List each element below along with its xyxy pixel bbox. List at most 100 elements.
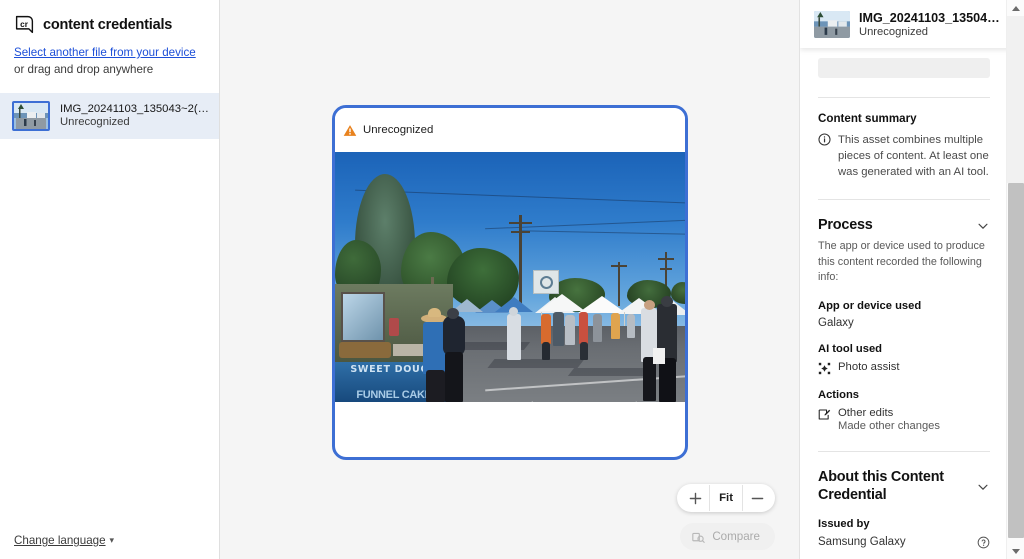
- header-file-name: IMG_20241103_13504…: [859, 10, 1000, 25]
- person-head: [509, 307, 518, 316]
- change-language-label: Change language: [14, 534, 106, 547]
- svg-text:cr: cr: [20, 19, 29, 29]
- about-section-header[interactable]: About this Content Credential: [818, 468, 990, 504]
- details-scrollbar[interactable]: [1006, 0, 1024, 559]
- person-legs: [580, 342, 588, 360]
- app-device-value: Galaxy: [818, 317, 854, 330]
- person-head: [661, 296, 673, 307]
- issued-by-row: Samsung Galaxy: [818, 535, 990, 549]
- badge-bar: Unrecognized: [335, 108, 685, 152]
- details-scroll-body: Content summary This asset combines mult…: [800, 48, 1006, 559]
- billboard-sign: [533, 270, 559, 294]
- header-meta: IMG_20241103_13504… Unrecognized: [859, 11, 1000, 38]
- pole-crossarm: [611, 265, 627, 267]
- sidebar-file-item[interactable]: IMG_20241103_135043~2(1).jpg Unrecognize…: [0, 92, 219, 139]
- divider: [818, 97, 990, 98]
- person: [553, 312, 564, 346]
- app-device-label: App or device used: [818, 300, 922, 313]
- chevron-down-icon[interactable]: [976, 219, 990, 233]
- details-panel: IMG_20241103_13504… Unrecognized Content…: [800, 0, 1024, 559]
- status-badge-label: Unrecognized: [363, 124, 434, 136]
- scroll-down-arrow-icon[interactable]: [1007, 543, 1024, 559]
- info-circle-icon: [818, 133, 831, 146]
- brand-title: content credentials: [43, 16, 173, 33]
- dropzone-text: Select another file from your device or …: [0, 35, 219, 79]
- credentialed-photo: SWEET DOUGH FUNNEL CAKE: [335, 152, 685, 402]
- utility-pole: [519, 215, 522, 307]
- status-badge: Unrecognized: [343, 124, 433, 137]
- help-circle-icon[interactable]: [977, 536, 990, 549]
- warning-triangle-icon: [343, 124, 357, 137]
- shopping-bag: [653, 348, 665, 364]
- zoom-fit-button[interactable]: Fit: [709, 485, 743, 511]
- image-frame: Unrecognized SWEET DOUGH FUNNEL CAKE: [332, 105, 688, 460]
- backpack: [443, 316, 465, 356]
- zoom-controls: Fit: [677, 484, 775, 512]
- utility-pole: [618, 262, 620, 306]
- action-text-block: Other edits Made other changes: [838, 407, 940, 432]
- pole-crossarm: [660, 268, 672, 270]
- loading-skeleton: [818, 58, 990, 78]
- brand-header: cr content credentials: [0, 0, 219, 35]
- compare-label: Compare: [712, 530, 760, 543]
- process-section-header[interactable]: Process: [818, 216, 990, 234]
- person-legs: [445, 352, 463, 402]
- about-title: About this Content Credential: [818, 469, 944, 504]
- mirror-display: [341, 292, 385, 342]
- ground-shadow: [567, 368, 653, 376]
- divider: [818, 199, 990, 201]
- header-file-status: Unrecognized: [859, 25, 929, 38]
- content-summary-row: This asset combines multiple pieces of c…: [818, 132, 990, 180]
- file-name: IMG_20241103_135043~2(1).jpg: [60, 103, 209, 116]
- person-legs: [542, 342, 550, 360]
- header-thumbnail-icon: [814, 10, 850, 38]
- compare-button[interactable]: Compare: [680, 523, 775, 550]
- person: [579, 312, 588, 344]
- cr-logo-icon: cr: [14, 14, 35, 35]
- issued-by-label: Issued by: [818, 518, 870, 531]
- person: [565, 315, 575, 345]
- basket: [339, 342, 391, 358]
- person: [627, 314, 635, 338]
- action-row: Other edits Made other changes: [818, 407, 990, 432]
- person: [389, 318, 399, 336]
- process-title: Process: [818, 217, 873, 234]
- tree: [447, 248, 519, 310]
- content-summary-title: Content summary: [818, 112, 917, 125]
- file-status: Unrecognized: [60, 116, 130, 129]
- chevron-down-icon[interactable]: [976, 480, 990, 494]
- content-summary-text: This asset combines multiple pieces of c…: [838, 134, 989, 179]
- scroll-up-arrow-icon[interactable]: [1007, 0, 1024, 16]
- zoom-in-button[interactable]: [681, 485, 709, 511]
- ai-tool-row: Photo assist: [818, 361, 990, 375]
- person-legs: [659, 358, 676, 402]
- file-thumbnail-icon: [12, 100, 50, 131]
- edit-pencil-icon: [818, 408, 831, 421]
- action-value: Other edits: [838, 407, 894, 420]
- compare-icon: [692, 531, 706, 544]
- scrollbar-track[interactable]: [1007, 16, 1024, 183]
- change-language-button[interactable]: Change language ▾: [14, 534, 114, 547]
- pole-crossarm: [658, 258, 674, 260]
- image-viewer: Unrecognized SWEET DOUGH FUNNEL CAKE Fit…: [220, 0, 800, 559]
- person: [541, 314, 551, 344]
- person: [593, 314, 602, 342]
- person: [611, 313, 620, 339]
- file-meta: IMG_20241103_135043~2(1).jpg Unrecognize…: [60, 103, 209, 128]
- hat-crown: [428, 308, 441, 317]
- divider: [818, 451, 990, 453]
- app-root: cr content credentials Select another fi…: [0, 0, 1024, 559]
- ai-sparkle-icon: [818, 362, 831, 375]
- process-description: The app or device used to produce this c…: [818, 240, 985, 284]
- zoom-out-button[interactable]: [743, 485, 771, 511]
- issued-by-value: Samsung Galaxy: [818, 536, 906, 549]
- pole-crossarm: [511, 231, 530, 233]
- details-panel-header: IMG_20241103_13504… Unrecognized: [800, 0, 1024, 48]
- scrollbar-thumb[interactable]: [1008, 183, 1024, 538]
- dropzone-rest: or drag and drop anywhere: [14, 62, 154, 76]
- person: [507, 314, 521, 360]
- select-file-link[interactable]: Select another file from your device: [14, 46, 196, 59]
- ai-tool-value: Photo assist: [838, 361, 900, 374]
- pole-crossarm: [509, 222, 532, 224]
- left-sidebar: cr content credentials Select another fi…: [0, 0, 220, 559]
